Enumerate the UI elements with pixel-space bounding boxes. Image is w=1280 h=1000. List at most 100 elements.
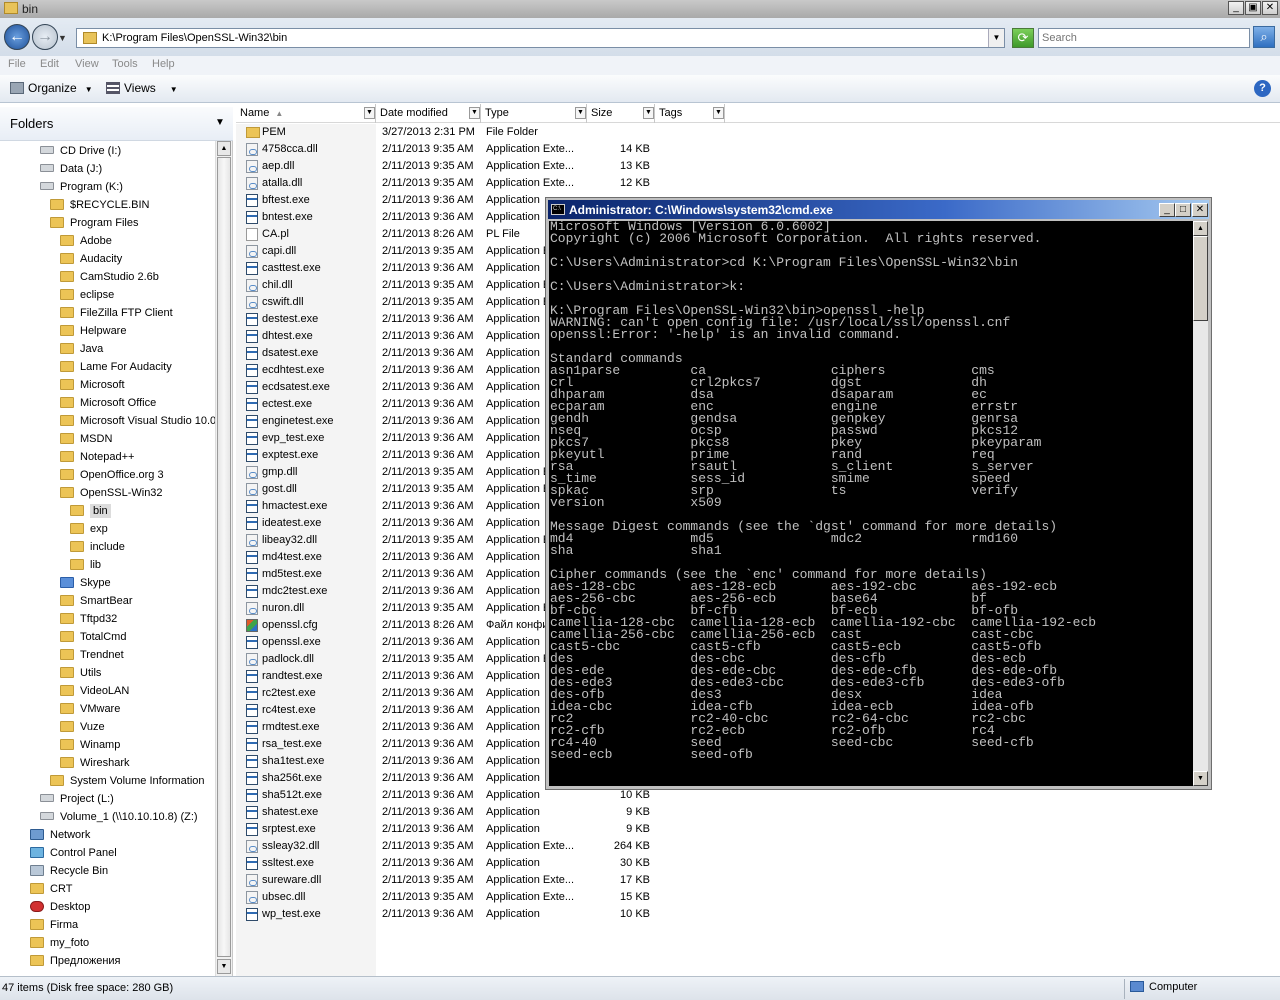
tree-item[interactable]: Java bbox=[60, 340, 103, 358]
tree-item[interactable]: lib bbox=[70, 556, 101, 574]
scroll-up-icon[interactable]: ▲ bbox=[217, 141, 231, 156]
back-button[interactable]: ← bbox=[4, 24, 30, 50]
tree-item[interactable]: bin bbox=[70, 502, 111, 520]
scroll-down-icon[interactable]: ▼ bbox=[1193, 771, 1208, 786]
tree-item[interactable]: Project (L:) bbox=[40, 790, 114, 808]
tree-item[interactable]: MSDN bbox=[60, 430, 112, 448]
tree-item[interactable]: OpenOffice.org 3 bbox=[60, 466, 164, 484]
tree-item[interactable]: Winamp bbox=[60, 736, 120, 754]
tree-item[interactable]: VMware bbox=[60, 700, 120, 718]
column-dropdown-icon[interactable]: ▼ bbox=[364, 107, 375, 119]
file-row[interactable]: PEM 3/27/2013 2:31 PM File Folder bbox=[236, 124, 916, 141]
address-bar[interactable]: K:\Program Files\OpenSSL-Win32\bin ▼ bbox=[76, 28, 1005, 48]
tree-item[interactable]: Recycle Bin bbox=[30, 862, 108, 880]
tree-item[interactable]: SmartBear bbox=[60, 592, 133, 610]
tree-item[interactable]: Vuze bbox=[60, 718, 105, 736]
column-dropdown-icon[interactable]: ▼ bbox=[575, 107, 586, 119]
tree-item[interactable]: VideoLAN bbox=[60, 682, 129, 700]
menu-help[interactable]: Help bbox=[152, 58, 175, 70]
scroll-thumb[interactable] bbox=[217, 157, 231, 957]
cmd-title-bar[interactable]: C:\ Administrator: C:\Windows\system32\c… bbox=[548, 200, 1209, 219]
help-icon[interactable]: ? bbox=[1254, 80, 1271, 97]
tree-item[interactable]: Volume_1 (\\10.10.10.8) (Z:) bbox=[40, 808, 198, 826]
close-button[interactable]: ✕ bbox=[1262, 1, 1278, 15]
address-dropdown-icon[interactable]: ▼ bbox=[988, 29, 1004, 47]
column-name[interactable]: Name ▲ ▼ bbox=[236, 104, 376, 123]
tree-item[interactable]: TotalCmd bbox=[60, 628, 126, 646]
search-button[interactable]: ⌕ bbox=[1253, 26, 1275, 48]
cmd-maximize-button[interactable]: □ bbox=[1175, 203, 1191, 217]
column-dropdown-icon[interactable]: ▼ bbox=[469, 107, 480, 119]
forward-button[interactable]: → bbox=[32, 24, 58, 50]
cmd-minimize-button[interactable]: _ bbox=[1159, 203, 1175, 217]
chevron-down-icon[interactable]: ▼ bbox=[215, 117, 225, 128]
tree-item[interactable]: Desktop bbox=[30, 898, 90, 916]
cmd-close-button[interactable]: ✕ bbox=[1192, 203, 1208, 217]
folders-header[interactable]: Folders ▼ bbox=[0, 107, 233, 141]
tree-item[interactable]: Trendnet bbox=[60, 646, 124, 664]
column-type[interactable]: Type ▼ bbox=[481, 104, 587, 123]
scroll-up-icon[interactable]: ▲ bbox=[1193, 221, 1208, 236]
cmd-scrollbar[interactable]: ▲ ▼ bbox=[1193, 221, 1208, 786]
tree-item[interactable]: Microsoft Office bbox=[60, 394, 156, 412]
tree-item[interactable]: Lame For Audacity bbox=[60, 358, 172, 376]
cmd-window[interactable]: C:\ Administrator: C:\Windows\system32\c… bbox=[545, 197, 1212, 790]
scroll-thumb[interactable] bbox=[1193, 236, 1208, 321]
column-dropdown-icon[interactable]: ▼ bbox=[713, 107, 724, 119]
column-size[interactable]: Size ▼ bbox=[587, 104, 655, 123]
file-row[interactable]: sureware.dll 2/11/2013 9:35 AM Application… bbox=[236, 872, 916, 889]
tree-item[interactable]: Предложения bbox=[30, 952, 121, 970]
tree-item[interactable]: Network bbox=[30, 826, 90, 844]
tree-item[interactable]: FileZilla FTP Client bbox=[60, 304, 173, 322]
tree-item[interactable]: CRT bbox=[30, 880, 72, 898]
refresh-button[interactable]: ⟳ bbox=[1012, 28, 1034, 48]
views-button[interactable]: Views ▼ bbox=[106, 81, 178, 95]
tree-item[interactable]: eclipse bbox=[60, 286, 114, 304]
menu-edit[interactable]: Edit bbox=[40, 58, 59, 70]
tree-item[interactable]: Microsoft bbox=[60, 376, 125, 394]
tree-item[interactable]: Tftpd32 bbox=[60, 610, 117, 628]
menu-view[interactable]: View bbox=[75, 58, 99, 70]
cmd-console[interactable]: Microsoft Windows [Version 6.0.6002] Cop… bbox=[549, 221, 1193, 786]
tree-item[interactable]: Program (K:) bbox=[40, 178, 123, 196]
search-input[interactable] bbox=[1038, 28, 1250, 48]
tree-item[interactable]: Notepad++ bbox=[60, 448, 134, 466]
tree-item[interactable]: CamStudio 2.6b bbox=[60, 268, 159, 286]
window-title-bar[interactable]: bin _ ▣ ✕ bbox=[0, 0, 1280, 18]
tree-item[interactable]: include bbox=[70, 538, 125, 556]
file-row[interactable]: wp_test.exe 2/11/2013 9:36 AM Application 1… bbox=[236, 906, 916, 923]
tree-item[interactable]: System Volume Information bbox=[50, 772, 205, 790]
tree-item[interactable]: Program Files bbox=[50, 214, 138, 232]
column-dropdown-icon[interactable]: ▼ bbox=[643, 107, 654, 119]
file-row[interactable]: ssltest.exe 2/11/2013 9:36 AM Application 3… bbox=[236, 855, 916, 872]
menu-file[interactable]: File bbox=[8, 58, 26, 70]
menu-tools[interactable]: Tools bbox=[112, 58, 138, 70]
file-row[interactable]: 4758cca.dll 2/11/2013 9:35 AM Application … bbox=[236, 141, 916, 158]
tree-item[interactable]: OpenSSL-Win32 bbox=[60, 484, 163, 502]
column-tags[interactable]: Tags ▼ bbox=[655, 104, 725, 123]
tree-item[interactable]: $RECYCLE.BIN bbox=[50, 196, 149, 214]
tree-item[interactable]: Wireshark bbox=[60, 754, 130, 772]
tree-item[interactable]: exp bbox=[70, 520, 108, 538]
tree-item[interactable]: Control Panel bbox=[30, 844, 117, 862]
tree-item[interactable]: Utils bbox=[60, 664, 101, 682]
file-row[interactable]: ssleay32.dll 2/11/2013 9:35 AM Application… bbox=[236, 838, 916, 855]
tree-item[interactable]: Audacity bbox=[60, 250, 122, 268]
tree-item[interactable]: Firma bbox=[30, 916, 78, 934]
recent-pages-dropdown-icon[interactable]: ▼ bbox=[58, 33, 67, 43]
file-row[interactable]: srptest.exe 2/11/2013 9:36 AM Application 9… bbox=[236, 821, 916, 838]
file-row[interactable]: ubsec.dll 2/11/2013 9:35 AM Application Ex… bbox=[236, 889, 916, 906]
scroll-down-icon[interactable]: ▼ bbox=[217, 959, 231, 974]
minimize-button[interactable]: _ bbox=[1228, 1, 1244, 15]
tree-item[interactable]: Data (J:) bbox=[40, 160, 102, 178]
file-row[interactable]: atalla.dll 2/11/2013 9:35 AM Application E… bbox=[236, 175, 916, 192]
file-row[interactable]: shatest.exe 2/11/2013 9:36 AM Application 9… bbox=[236, 804, 916, 821]
maximize-button[interactable]: ▣ bbox=[1245, 1, 1261, 15]
organize-button[interactable]: Organize ▼ bbox=[10, 81, 93, 95]
tree-scrollbar[interactable]: ▲ ▼ bbox=[215, 141, 232, 976]
tree-item[interactable]: Adobe bbox=[60, 232, 112, 250]
tree-item[interactable]: Skype bbox=[60, 574, 111, 592]
tree-item[interactable]: CD Drive (I:) bbox=[40, 142, 121, 160]
column-date[interactable]: Date modified ▼ bbox=[376, 104, 481, 123]
file-row[interactable]: aep.dll 2/11/2013 9:35 AM Application Exte… bbox=[236, 158, 916, 175]
